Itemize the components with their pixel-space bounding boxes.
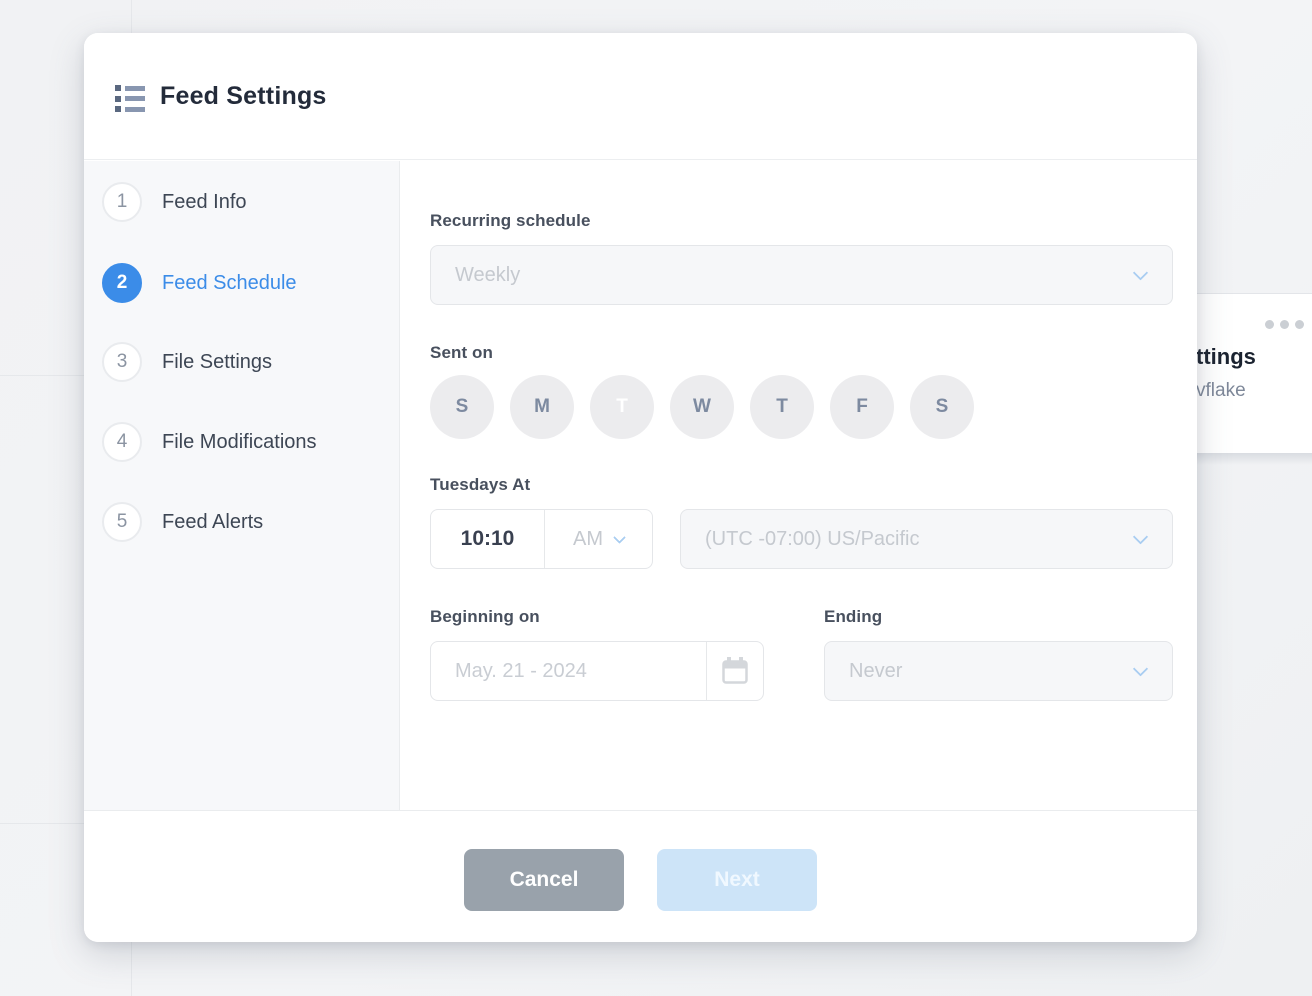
beginning-date-input[interactable]: May. 21 - 2024 [430,641,764,701]
step-number: 5 [102,502,142,542]
day-tuesday[interactable]: T [590,375,654,439]
next-button[interactable]: Next [657,849,817,911]
modal-footer: Cancel Next [84,810,1197,942]
chevron-down-icon [613,531,626,544]
meridiem-select[interactable]: AM [545,510,652,568]
step-label: File Settings [162,351,272,374]
time-value-field[interactable]: 10:10 [431,510,545,568]
recurring-schedule-value: Weekly [455,264,520,287]
timezone-value: (UTC -07:00) US/Pacific [705,528,920,551]
ending-value: Never [849,660,902,683]
step-label: File Modifications [162,431,317,454]
day-thursday[interactable]: T [750,375,814,439]
calendar-button[interactable] [706,642,763,700]
feed-settings-modal: Feed Settings 1 Feed Info 2 Feed Schedul… [84,33,1197,942]
time-input: 10:10 AM [430,509,653,569]
chevron-down-icon [1133,265,1149,281]
sent-on-label: Sent on [430,343,493,363]
step-feed-alerts[interactable]: 5 Feed Alerts [102,502,263,542]
ending-label: Ending [824,607,882,627]
beginning-date-value: May. 21 - 2024 [431,642,706,700]
step-feed-schedule[interactable]: 2 Feed Schedule [102,263,297,303]
chevron-down-icon [1133,661,1149,677]
recurring-schedule-select[interactable]: Weekly [430,245,1173,305]
step-file-settings[interactable]: 3 File Settings [102,342,272,382]
list-icon [115,85,145,112]
step-number: 2 [102,263,142,303]
step-label: Feed Schedule [162,272,297,295]
step-label: Feed Alerts [162,511,263,534]
day-wednesday[interactable]: W [670,375,734,439]
modal-title: Feed Settings [160,82,327,111]
wizard-steps-sidebar: 1 Feed Info 2 Feed Schedule 3 File Setti… [84,161,400,810]
chevron-down-icon [1133,529,1149,545]
calendar-icon [722,657,748,685]
day-saturday[interactable]: S [910,375,974,439]
day-monday[interactable]: M [510,375,574,439]
timezone-select[interactable]: (UTC -07:00) US/Pacific [680,509,1173,569]
recurring-schedule-label: Recurring schedule [430,211,591,231]
beginning-on-label: Beginning on [430,607,540,627]
step-file-modifications[interactable]: 4 File Modifications [102,422,317,462]
day-friday[interactable]: F [830,375,894,439]
ellipsis-icon [1265,320,1304,329]
background-card-shadow [1196,453,1312,465]
background-feed-card: ttings vflake [1196,293,1312,453]
meridiem-value: AM [573,528,603,551]
step-feed-info[interactable]: 1 Feed Info [102,182,247,222]
modal-header: Feed Settings [84,33,1197,160]
step-number: 3 [102,342,142,382]
day-sunday[interactable]: S [430,375,494,439]
day-picker: S M T W T F S [430,375,974,439]
step-label: Feed Info [162,191,247,214]
step-number: 4 [102,422,142,462]
step-number: 1 [102,182,142,222]
cancel-button[interactable]: Cancel [464,849,624,911]
background-card-title-fragment: ttings [1196,344,1256,370]
background-card-subtitle-fragment: vflake [1196,380,1246,402]
time-label: Tuesdays At [430,475,530,495]
ending-select[interactable]: Never [824,641,1173,701]
